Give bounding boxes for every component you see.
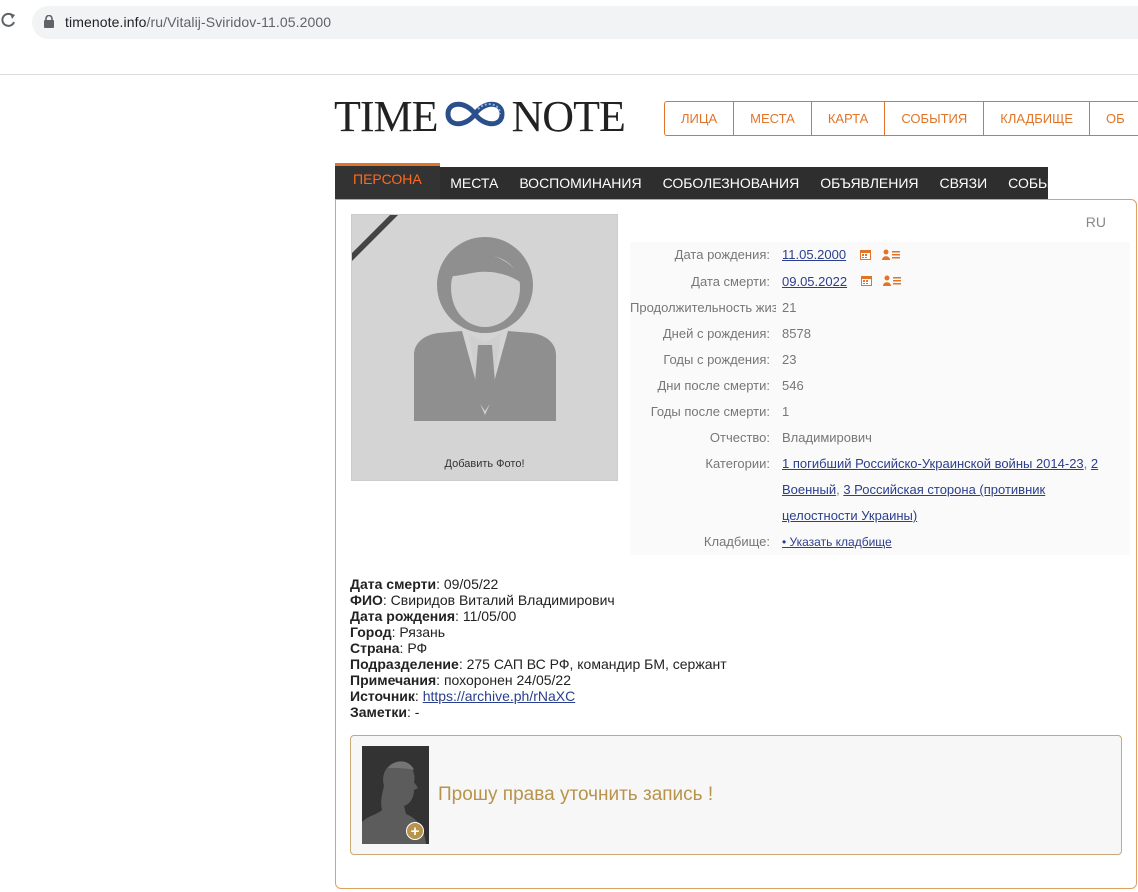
topnav-events[interactable]: СОБЫТИЯ	[885, 102, 985, 135]
detail-label: Город	[350, 624, 392, 640]
tab-events[interactable]: СОБЫТИЯ	[998, 167, 1090, 199]
request-edit-rights-link[interactable]: Прошу права уточнить запись !	[438, 784, 713, 806]
info-row-duration: Продолжительность жизни 21	[630, 295, 1130, 322]
birth-date-label: Дата рождения:	[674, 247, 770, 262]
topnav-cemeteries[interactable]: КЛАДБИЩЕ	[984, 102, 1091, 135]
detail-label: Дата рождения	[350, 608, 456, 624]
years-after-death-value: 1	[782, 404, 790, 420]
detail-value: : Свиридов Виталий Владимирович	[382, 592, 615, 608]
tab-memories[interactable]: ВОСПОМИНАНИЯ	[509, 167, 652, 199]
detail-source: Источник: https://archive.ph/rNaXC	[350, 688, 727, 704]
detail-value: : 275 САП ВС РФ, командир БМ, сержант	[458, 656, 727, 672]
tab-condolences[interactable]: СОБОЛЕЗНОВАНИЯ	[652, 167, 810, 199]
browser-toolbar: timenote.info/ru/Vitalij-Sviridov-11.05.…	[0, 0, 1138, 75]
days-after-death-value: 546	[782, 378, 804, 394]
profile-tabs: ПЕРСОНА МЕСТА ВОСПОМИНАНИЯ СОБОЛЕЗНОВАНИ…	[335, 163, 1079, 199]
profile-panel: RU Добавить Фото! Дата рождения: 11.05.2…	[335, 199, 1137, 889]
detail-label: Дата смерти	[350, 576, 437, 592]
calendar-icon[interactable]	[859, 243, 871, 269]
detail-city: Город: Рязань	[350, 624, 727, 640]
days-since-birth-value: 8578	[782, 326, 811, 342]
info-row-days-after-death: Дни после смерти: 546	[630, 373, 1130, 400]
lifespan-value: 21	[782, 300, 797, 316]
days-after-death-label: Дни после смерти:	[657, 378, 771, 394]
tab-person[interactable]: ПЕРСОНА	[335, 163, 440, 199]
logo-text-note: NOTE	[511, 91, 626, 141]
cemetery-label: Кладбище:	[703, 534, 770, 550]
detail-value: : 11/05/00	[455, 608, 517, 624]
contact-card-icon[interactable]	[882, 243, 901, 269]
detail-notes: Примечания: похоронен 24/05/22	[350, 672, 727, 688]
site-logo[interactable]: TIME NOTE	[334, 91, 626, 142]
record-details: Дата смерти: 09/05/22 ФИО: Свиридов Вита…	[350, 576, 727, 720]
patronymic-value: Владимирович	[782, 430, 872, 446]
add-icon[interactable]: +	[406, 822, 424, 840]
detail-value: : Рязань	[391, 624, 446, 640]
detail-label: Примечания	[350, 672, 437, 688]
death-date-link[interactable]: 09.05.2022	[782, 274, 847, 289]
add-photo-link[interactable]: Добавить Фото!	[352, 458, 617, 470]
years-since-birth-value: 23	[782, 352, 797, 368]
detail-death: Дата смерти: 09/05/22	[350, 576, 727, 592]
detail-label: Заметки	[350, 704, 407, 720]
lifespan-label: Продолжительность жизни	[630, 300, 776, 316]
detail-birth: Дата рождения: 11/05/00	[350, 608, 727, 624]
death-date-label: Дата смерти:	[691, 273, 770, 289]
info-row-years-after-death: Годы после смерти: 1	[630, 399, 1130, 426]
detail-value: : 09/05/22	[436, 576, 499, 592]
request-edit-rights-box[interactable]: + Прошу права уточнить запись !	[350, 735, 1122, 855]
detail-label: ФИО	[350, 592, 383, 608]
language-selector[interactable]: RU	[1086, 214, 1106, 230]
info-row-patronymic: Отчество: Владимирович	[630, 425, 1130, 452]
topnav-map[interactable]: КАРТА	[812, 102, 886, 135]
detail-value: : РФ	[399, 640, 428, 656]
logo-text-time: TIME	[334, 91, 439, 141]
info-row-days-since-birth: Дней с рождения: 8578	[630, 321, 1130, 348]
info-row-death: Дата смерти: 09.05.2022	[630, 268, 1130, 296]
categories-label: Категории:	[705, 456, 770, 472]
user-avatar: +	[362, 746, 429, 844]
tab-relations[interactable]: СВЯЗИ	[929, 167, 998, 199]
person-placeholder-icon	[414, 237, 556, 421]
years-after-death-label: Годы после смерти:	[650, 404, 770, 420]
reload-icon[interactable]	[0, 10, 20, 34]
birth-date-link[interactable]: 11.05.2000	[782, 247, 846, 262]
infinity-icon	[442, 91, 508, 142]
topnav-places[interactable]: МЕСТА	[734, 102, 812, 135]
info-row-categories: Категории: 1 погибший Российско-Украинск…	[630, 451, 1130, 530]
lock-icon	[44, 14, 54, 33]
info-row-years-since-birth: Годы с рождения: 23	[630, 347, 1130, 374]
url-host: timenote.info	[65, 14, 147, 30]
detail-label: Источник	[350, 688, 415, 704]
url-text: timenote.info/ru/Vitalij-Sviridov-11.05.…	[65, 14, 331, 30]
detail-label: Страна	[350, 640, 400, 656]
days-since-birth-label: Дней с рождения:	[662, 326, 770, 342]
person-info: Дата рождения: 11.05.2000 Дата смерти: 0…	[630, 242, 1130, 556]
detail-country: Страна: РФ	[350, 640, 727, 656]
calendar-icon[interactable]	[860, 269, 872, 295]
detail-label: Подразделение	[350, 656, 459, 672]
topnav-announcements[interactable]: ОБ	[1090, 102, 1138, 135]
info-row-cemetery: Кладбище: • Указать кладбище	[630, 529, 1130, 556]
tab-announcements[interactable]: ОБЪЯВЛЕНИЯ	[810, 167, 929, 199]
top-navigation: ЛИЦА МЕСТА КАРТА СОБЫТИЯ КЛАДБИЩЕ ОБ	[664, 101, 1138, 136]
detail-name: ФИО: Свиридов Виталий Владимирович	[350, 592, 727, 608]
specify-cemetery-link[interactable]: • Указать кладбище	[782, 535, 892, 549]
profile-photo[interactable]: Добавить Фото!	[351, 214, 618, 481]
detail-value: : похоронен 24/05/22	[436, 672, 571, 688]
detail-value: : -	[406, 704, 420, 720]
url-path: /ru/Vitalij-Sviridov-11.05.2000	[146, 14, 332, 30]
contact-card-icon[interactable]	[883, 269, 902, 295]
topnav-persons[interactable]: ЛИЦА	[665, 102, 735, 135]
address-bar[interactable]: timenote.info/ru/Vitalij-Sviridov-11.05.…	[32, 6, 1138, 39]
years-since-birth-label: Годы с рождения:	[663, 352, 770, 368]
source-link[interactable]: https://archive.ph/rNaXC	[423, 688, 576, 704]
detail-unit: Подразделение: 275 САП ВС РФ, командир Б…	[350, 656, 727, 672]
info-row-birth: Дата рождения: 11.05.2000	[630, 242, 1130, 269]
category-link[interactable]: 1 погибший Российско-Украинской войны 20…	[782, 456, 1084, 471]
detail-separator: :	[414, 688, 423, 704]
tab-places[interactable]: МЕСТА	[440, 167, 509, 199]
detail-memo: Заметки: -	[350, 704, 727, 720]
patronymic-label: Отчество:	[709, 430, 770, 446]
